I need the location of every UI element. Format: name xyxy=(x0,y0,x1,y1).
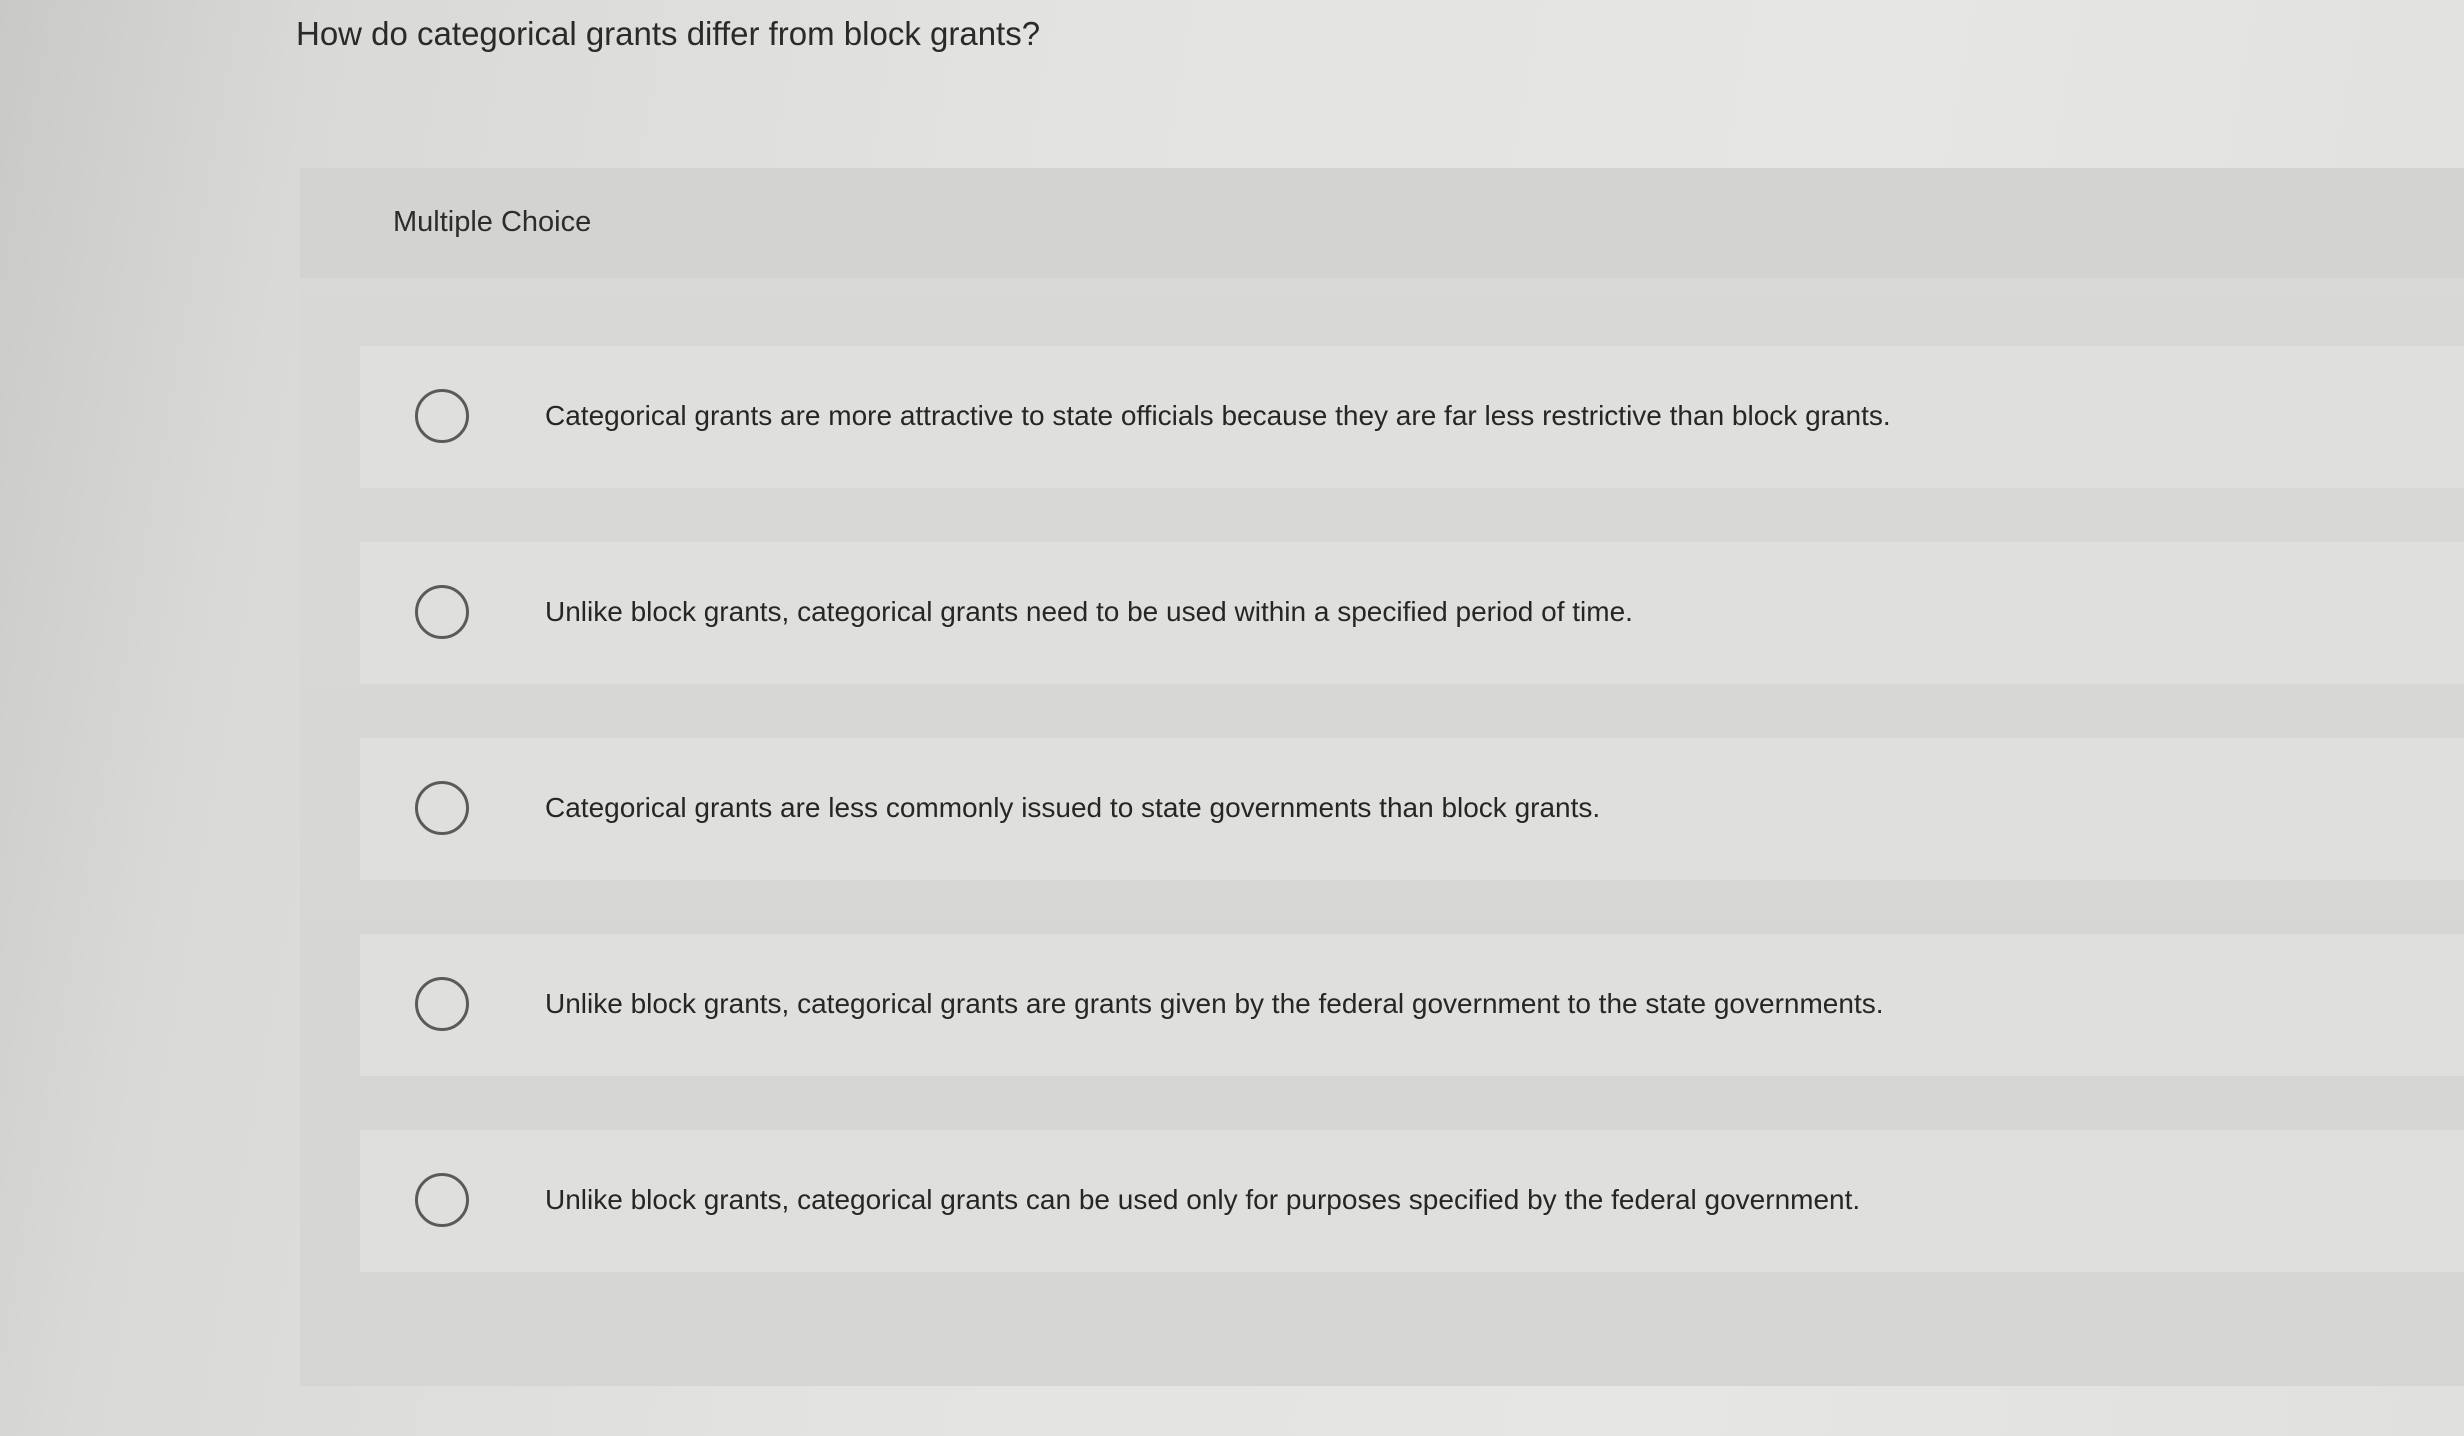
answer-option-label[interactable]: Unlike block grants, categorical grants … xyxy=(545,1180,1860,1220)
radio-button-icon[interactable] xyxy=(415,389,469,443)
answer-option-5[interactable]: Unlike block grants, categorical grants … xyxy=(360,1130,2464,1272)
radio-button-icon[interactable] xyxy=(415,781,469,835)
answer-option-label[interactable]: Unlike block grants, categorical grants … xyxy=(545,592,1633,632)
question-text: How do categorical grants differ from bl… xyxy=(296,15,1041,52)
answer-panel: Multiple Choice Categorical grants are m… xyxy=(300,168,2464,1386)
answer-option-1[interactable]: Categorical grants are more attractive t… xyxy=(360,346,2464,488)
radio-button-icon[interactable] xyxy=(415,585,469,639)
answer-option-3[interactable]: Categorical grants are less commonly iss… xyxy=(360,738,2464,880)
answer-option-label[interactable]: Unlike block grants, categorical grants … xyxy=(545,984,1884,1024)
answer-option-4[interactable]: Unlike block grants, categorical grants … xyxy=(360,934,2464,1076)
radio-button-icon[interactable] xyxy=(415,1173,469,1227)
answer-option-label[interactable]: Categorical grants are less commonly iss… xyxy=(545,788,1600,828)
answer-options-list: Categorical grants are more attractive t… xyxy=(300,168,2464,1386)
answer-option-label[interactable]: Categorical grants are more attractive t… xyxy=(545,396,1891,436)
answer-option-2[interactable]: Unlike block grants, categorical grants … xyxy=(360,542,2464,684)
radio-button-icon[interactable] xyxy=(415,977,469,1031)
